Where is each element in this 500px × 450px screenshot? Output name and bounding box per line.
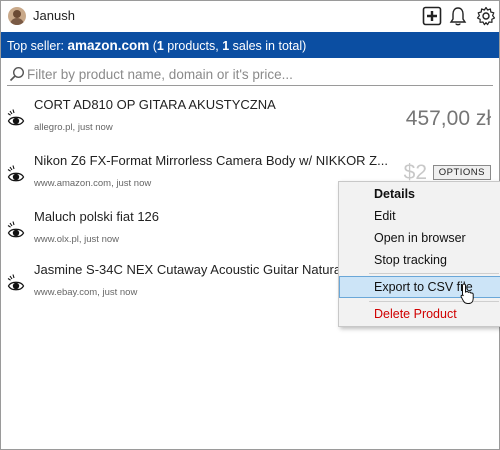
add-icon[interactable] — [421, 5, 443, 27]
menu-item-stop-tracking[interactable]: Stop tracking — [339, 249, 500, 271]
menu-item-edit[interactable]: Edit — [339, 205, 500, 227]
menu-item-delete-product[interactable]: Delete Product — [339, 303, 500, 325]
banner-products-count: 1 — [156, 39, 164, 53]
product-meta: www.amazon.com, just now — [34, 178, 152, 189]
app-window: Janush Top seller: amazon.com (1 product… — [0, 0, 500, 450]
list-item[interactable]: CORT AD810 OP GITARA AKUSTYCZNA allegro.… — [1, 93, 499, 143]
banner-products-text: products, — [163, 39, 223, 53]
menu-separator — [369, 273, 499, 274]
menu-item-open-in-browser[interactable]: Open in browser — [339, 227, 500, 249]
username: Janush — [33, 8, 75, 23]
avatar-body — [10, 18, 24, 25]
eye-icon[interactable] — [7, 219, 25, 241]
menu-item-details[interactable]: Details — [339, 183, 500, 205]
banner-domain: amazon.com — [67, 38, 150, 53]
banner-open-paren: ( — [149, 39, 157, 53]
menu-separator — [369, 301, 499, 302]
eye-icon[interactable] — [7, 107, 25, 129]
options-button[interactable]: OPTIONS — [432, 165, 491, 180]
search-bar — [7, 64, 493, 86]
product-meta: www.olx.pl, just now — [34, 234, 120, 245]
banner-prefix: Top seller: — [7, 39, 68, 53]
product-title: CORT AD810 OP GITARA AKUSTYCZNA — [34, 97, 276, 112]
top-seller-banner: Top seller: amazon.com (1 products, 1 sa… — [1, 32, 499, 58]
product-meta: allegro.pl, just now — [34, 122, 113, 133]
gear-icon[interactable] — [475, 5, 497, 27]
product-title: Nikon Z6 FX-Format Mirrorless Camera Bod… — [34, 153, 388, 168]
title-bar: Janush — [1, 1, 499, 31]
eye-icon[interactable] — [7, 272, 25, 294]
bell-icon[interactable] — [447, 5, 469, 27]
avatar[interactable] — [8, 7, 26, 25]
banner-sales-text: sales in total) — [229, 39, 307, 53]
search-input[interactable] — [27, 64, 487, 84]
search-icon — [9, 66, 25, 82]
avatar-head — [13, 10, 21, 18]
product-meta: www.ebay.com, just now — [34, 287, 138, 298]
context-menu: Details Edit Open in browser Stop tracki… — [338, 181, 500, 327]
product-price: 457,00 zł — [405, 107, 491, 130]
mouse-cursor-icon — [460, 283, 474, 304]
eye-icon[interactable] — [7, 163, 25, 185]
